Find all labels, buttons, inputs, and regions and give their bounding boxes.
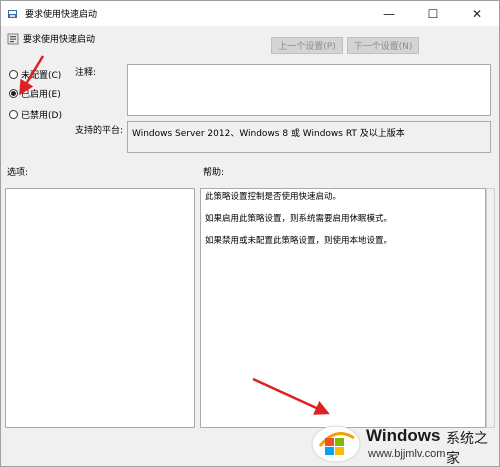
comment-label: 注释: bbox=[75, 68, 97, 78]
watermark-url: www.bjjmlv.com bbox=[368, 448, 446, 460]
platform-label: 支持的平台: bbox=[75, 126, 124, 136]
radio-circle[interactable] bbox=[9, 70, 18, 79]
options-panel[interactable] bbox=[5, 188, 195, 428]
windows-logo-icon bbox=[311, 425, 361, 463]
policy-header: 要求使用快速启动 bbox=[7, 32, 95, 45]
help-label: 帮助: bbox=[203, 168, 225, 178]
title-bar[interactable]: 要求使用快速启动 — ☐ ✕ bbox=[1, 1, 499, 26]
help-paragraph: 如果禁用或未配置此策略设置，则使用本地设置。 bbox=[205, 236, 393, 246]
next-setting-button[interactable]: 下一个设置(N) bbox=[347, 37, 419, 54]
previous-setting-button[interactable]: 上一个设置(P) bbox=[271, 37, 343, 54]
policy-dialog: 要求使用快速启动 — ☐ ✕ 要求使用快速启动 上一个设置(P) 下一个设置(N… bbox=[0, 0, 500, 467]
watermark: Windows 系统之家 www.bjjmlv.com bbox=[306, 416, 499, 467]
maximize-button[interactable]: ☐ bbox=[411, 1, 455, 26]
help-paragraph: 此策略设置控制是否使用快速启动。 bbox=[205, 192, 342, 202]
comment-textarea[interactable] bbox=[127, 64, 491, 116]
radio-circle[interactable] bbox=[9, 89, 18, 98]
close-button[interactable]: ✕ bbox=[455, 1, 499, 26]
watermark-brand: Windows bbox=[366, 426, 441, 445]
help-scrollbar[interactable] bbox=[486, 188, 495, 428]
help-paragraph: 如果启用此策略设置，则系统需要启用休眠模式。 bbox=[205, 214, 393, 224]
window-controls: — ☐ ✕ bbox=[367, 1, 499, 26]
window-title: 要求使用快速启动 bbox=[25, 10, 98, 20]
radio-label: 已禁用(D) bbox=[21, 111, 62, 121]
radio-enabled[interactable]: 已启用(E) bbox=[9, 87, 61, 100]
radio-circle[interactable] bbox=[9, 110, 18, 119]
radio-disabled[interactable]: 已禁用(D) bbox=[9, 108, 62, 121]
help-panel[interactable]: 此策略设置控制是否使用快速启动。 如果启用此策略设置，则系统需要启用休眠模式。 … bbox=[200, 188, 486, 428]
policy-setting-icon bbox=[7, 33, 19, 44]
radio-not-configured[interactable]: 未配置(C) bbox=[9, 68, 61, 81]
radio-label: 未配置(C) bbox=[21, 71, 62, 81]
platform-box: Windows Server 2012、Windows 8 或 Windows … bbox=[127, 121, 491, 153]
watermark-brand-cn: 系统之家 bbox=[446, 431, 488, 467]
policy-name: 要求使用快速启动 bbox=[23, 35, 96, 45]
radio-label: 已启用(E) bbox=[21, 90, 61, 100]
options-label: 选项: bbox=[7, 168, 29, 178]
radio-selected-dot bbox=[11, 91, 16, 96]
platform-value: Windows Server 2012、Windows 8 或 Windows … bbox=[132, 129, 405, 139]
policy-app-icon bbox=[8, 9, 17, 18]
minimize-button[interactable]: — bbox=[367, 1, 411, 26]
